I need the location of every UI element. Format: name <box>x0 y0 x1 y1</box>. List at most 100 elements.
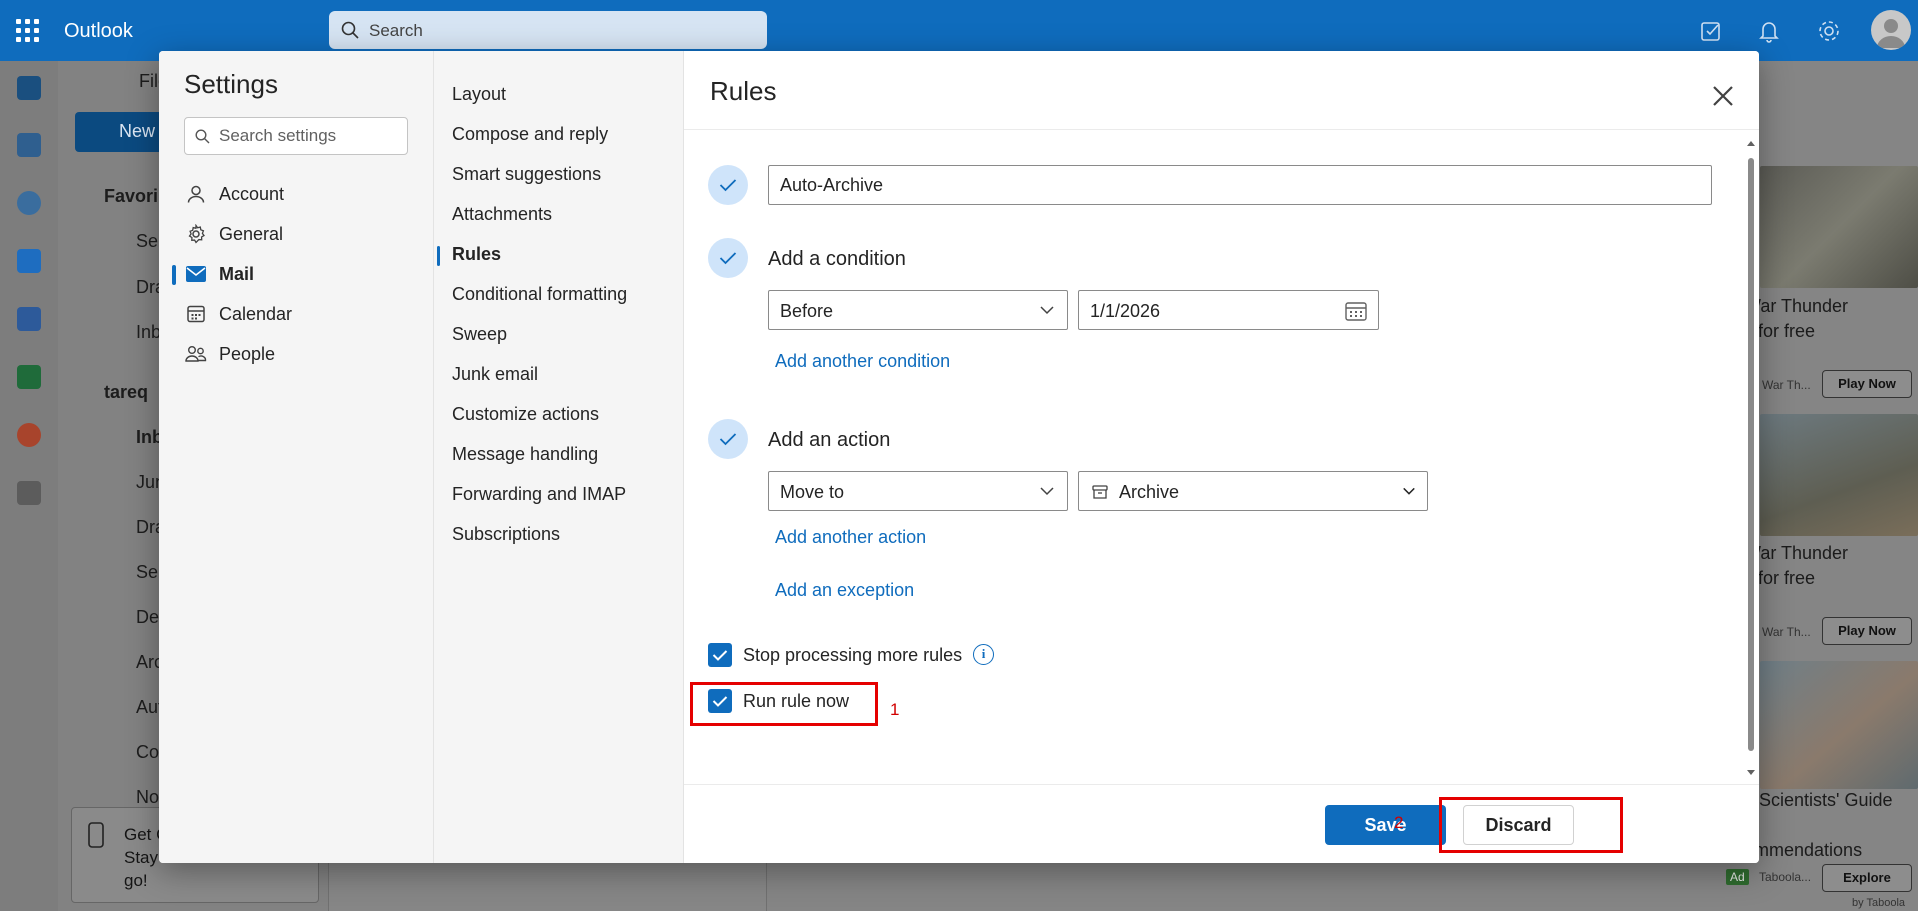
ad-headline[interactable]: a Scientists' Guide <box>1744 790 1893 811</box>
todo-app-icon[interactable] <box>17 249 41 273</box>
add-exception-link[interactable]: Add an exception <box>775 580 914 601</box>
annotation-box-run-rule <box>690 682 878 726</box>
ad-source: Taboola... <box>1759 870 1812 884</box>
ad-cta-button[interactable]: Explore <box>1822 864 1912 892</box>
folder-account[interactable]: tareq <box>104 382 148 403</box>
section-smart-suggestions[interactable]: Smart suggestions <box>452 164 601 185</box>
save-button[interactable]: Save <box>1325 805 1446 845</box>
action-folder-value: Archive <box>1119 482 1180 502</box>
calendar-icon[interactable] <box>1345 301 1367 321</box>
chevron-down-icon <box>1403 487 1415 495</box>
category-account[interactable]: Account <box>184 176 424 212</box>
section-rules[interactable]: Rules <box>452 244 501 265</box>
word-app-icon[interactable] <box>17 307 41 331</box>
archive-icon <box>1092 485 1108 499</box>
mail-settings-nav: Layout Compose and reply Smart suggestio… <box>433 51 684 863</box>
settings-search-box[interactable] <box>184 117 408 155</box>
todo-icon[interactable] <box>1699 18 1725 44</box>
section-message-handling[interactable]: Message handling <box>452 444 598 465</box>
gear-icon[interactable] <box>1816 18 1842 44</box>
section-layout[interactable]: Layout <box>452 84 506 105</box>
excel-app-icon[interactable] <box>17 365 41 389</box>
condition-heading: Add a condition <box>768 248 906 270</box>
ad-image[interactable] <box>1760 166 1918 288</box>
active-section-indicator <box>437 246 440 266</box>
section-conditional-formatting[interactable]: Conditional formatting <box>452 284 627 305</box>
condition-date-value: 1/1/2026 <box>1090 301 1161 321</box>
header-divider <box>684 129 1759 130</box>
phone-icon <box>88 822 104 848</box>
condition-type-value: Before <box>780 301 834 321</box>
step-complete-icon <box>708 238 748 278</box>
folder-favorites[interactable]: Favori <box>104 186 158 207</box>
ad-headline[interactable]: War Thunder <box>1744 543 1848 564</box>
get-app-text: go! <box>124 871 148 890</box>
checkmark-icon <box>712 650 728 661</box>
scroll-up-icon[interactable] <box>1746 139 1756 149</box>
section-subscriptions[interactable]: Subscriptions <box>452 524 560 545</box>
add-another-condition-link[interactable]: Add another condition <box>775 351 950 372</box>
ad-cta-button[interactable]: Play Now <box>1822 370 1912 398</box>
ad-image[interactable] <box>1760 414 1918 536</box>
annotation-number: 1 <box>890 700 900 719</box>
folder-item[interactable]: Co <box>136 742 159 763</box>
category-label: People <box>219 343 276 364</box>
add-another-action-link[interactable]: Add another action <box>775 527 926 548</box>
section-customize-actions[interactable]: Customize actions <box>452 404 599 425</box>
info-icon[interactable]: i <box>973 644 994 665</box>
scroll-down-icon[interactable] <box>1746 767 1756 777</box>
rules-title: Rules <box>710 76 777 106</box>
category-mail[interactable]: Mail <box>184 256 424 292</box>
app-rail <box>0 61 58 911</box>
settings-categories: Settings Account General Mail Calendar P… <box>159 51 433 863</box>
settings-search-input[interactable] <box>219 124 399 148</box>
global-search-box[interactable]: Search <box>329 11 767 49</box>
footer-divider <box>684 784 1759 785</box>
powerpoint-app-icon[interactable] <box>17 423 41 447</box>
action-folder-dropdown[interactable]: Archive <box>1078 471 1428 511</box>
ad-headline[interactable]: ommendations <box>1744 840 1862 861</box>
folder-item[interactable]: Inb <box>136 322 161 343</box>
app-launcher-icon[interactable] <box>16 19 40 43</box>
condition-type-dropdown[interactable]: Before <box>768 290 1068 330</box>
action-type-dropdown[interactable]: Move to <box>768 471 1068 511</box>
more-apps-icon[interactable] <box>17 481 41 505</box>
mail-app-icon[interactable] <box>17 76 41 100</box>
section-junk-email[interactable]: Junk email <box>452 364 538 385</box>
search-icon <box>341 21 359 39</box>
category-calendar[interactable]: Calendar <box>184 296 424 332</box>
settings-title: Settings <box>184 69 278 99</box>
category-label: Account <box>219 183 285 204</box>
ad-badge: Ad <box>1726 869 1749 885</box>
category-general[interactable]: General <box>184 216 424 252</box>
chevron-down-icon <box>1040 306 1054 315</box>
global-search-placeholder: Search <box>369 21 423 40</box>
settings-dialog: Settings Account General Mail Calendar P… <box>159 51 1759 863</box>
calendar-icon <box>185 303 207 325</box>
section-attachments[interactable]: Attachments <box>452 204 552 225</box>
people-icon <box>185 343 207 365</box>
new-mail-label: New <box>119 121 156 141</box>
stop-processing-label: Stop processing more rules <box>743 645 963 665</box>
calendar-app-icon[interactable] <box>17 133 41 157</box>
people-app-icon[interactable] <box>17 191 41 215</box>
category-people[interactable]: People <box>184 336 424 372</box>
section-compose-and-reply[interactable]: Compose and reply <box>452 124 608 145</box>
section-forwarding-and-imap[interactable]: Forwarding and IMAP <box>452 484 626 505</box>
scrollbar-thumb[interactable] <box>1748 158 1754 751</box>
ad-headline[interactable]: War Thunder <box>1744 296 1848 317</box>
avatar[interactable] <box>1871 10 1911 50</box>
folder-item[interactable]: No <box>136 787 159 808</box>
ad-source: War Th... <box>1762 378 1811 392</box>
ad-image[interactable] <box>1760 661 1918 789</box>
rule-name-input[interactable] <box>768 165 1712 205</box>
bell-icon[interactable] <box>1756 18 1782 44</box>
stop-processing-checkbox[interactable] <box>708 643 732 667</box>
ad-cta-button[interactable]: Play Now <box>1822 617 1912 645</box>
category-label: Mail <box>219 263 255 284</box>
action-type-value: Move to <box>780 482 845 502</box>
close-icon[interactable] <box>1705 78 1741 114</box>
section-sweep[interactable]: Sweep <box>452 324 507 345</box>
search-icon <box>195 129 210 144</box>
condition-date-picker[interactable]: 1/1/2026 <box>1078 290 1379 330</box>
